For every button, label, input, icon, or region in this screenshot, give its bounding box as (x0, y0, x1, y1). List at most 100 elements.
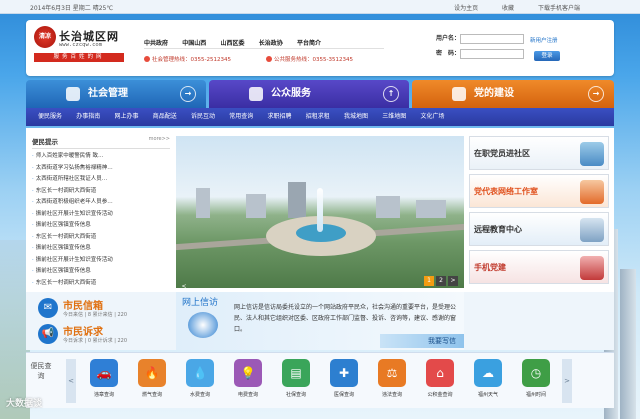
list-item[interactable]: 振前社区强镇宣传信息 (32, 243, 170, 255)
social-hotline: 社会管理热线：0355-2512345 (144, 55, 231, 63)
register-link[interactable]: 新用户注册 (530, 36, 558, 44)
favorite-link[interactable]: 收藏 (502, 5, 514, 12)
main-content: 便民提示 more>> 师入百姓家中暖警民情 致… 太西街道学习弘扬焦裕禄精神…… (26, 128, 614, 294)
nav-link-govt[interactable]: 中共政府 (144, 38, 168, 47)
query-title: 便民查询 (30, 362, 52, 380)
link-remote-education[interactable]: 远程教育中心 (469, 212, 609, 246)
house-icon: ⌂ (426, 359, 454, 387)
query-traffic[interactable]: 🚗 违章查询 (82, 359, 126, 398)
slider-page-2[interactable]: 2 (436, 276, 446, 286)
list-item[interactable]: 东区长一村调研大西街道 (32, 278, 170, 290)
query-housing-fund[interactable]: ⌂ 公积金查询 (418, 359, 462, 398)
nav-link-cppcc[interactable]: 长治政协 (259, 38, 283, 47)
query-time[interactable]: ◷ 福州时间 (514, 359, 558, 398)
subnav-item[interactable]: 我城地图 (344, 108, 368, 126)
mail-icon: ✉ (38, 298, 58, 318)
query-medical[interactable]: ✚ 医保查询 (322, 359, 366, 398)
building-icon (580, 142, 604, 166)
party-links: 在职党员进社区 党代表网络工作室 远程教育中心 手机党建 (469, 136, 609, 288)
slider-next-button[interactable]: > (448, 276, 458, 286)
cart-icon (249, 87, 263, 101)
username-input[interactable] (460, 33, 524, 44)
car-icon: 🚗 (90, 359, 118, 387)
logo-seal[interactable]: 清凉 (34, 26, 56, 48)
query-social-security[interactable]: ▤ 社保查询 (274, 359, 318, 398)
photo-slider[interactable]: < 1 2 > (176, 136, 464, 288)
clock-icon: ◷ (522, 359, 550, 387)
site-slogan: 服务百姓的网 (34, 53, 124, 62)
query-gas[interactable]: 🔥 燃气查询 (130, 359, 174, 398)
subnav-item[interactable]: 诉民互动 (191, 108, 215, 126)
arrow-up-icon: ↑ (383, 86, 399, 102)
subnav-item[interactable]: 便民服务 (38, 108, 62, 126)
subnav-item[interactable]: 招租求租 (306, 108, 330, 126)
online-petition-title[interactable]: 网上信访 (182, 295, 218, 308)
list-item[interactable]: 太西街道所辖社区我证人员… (32, 174, 170, 186)
query-electricity[interactable]: 💡 电费查询 (226, 359, 270, 398)
citizen-mailbox[interactable]: ✉ 市民信箱 今日来信 | 8 累计来信 | 220 (38, 296, 158, 320)
nav-link-about[interactable]: 平台简介 (297, 38, 321, 47)
query-water[interactable]: 💧 水费查询 (178, 359, 222, 398)
nav-link-shanxi[interactable]: 中国山西 (182, 38, 206, 47)
convenience-query: 便民查询 < 🚗 违章查询 🔥 燃气查询 💧 水费查询 💡 电费查询 ▤ 社保查询 ✚ 医保… (26, 352, 614, 408)
list-item[interactable]: 师入百姓家中暖警民情 致… (32, 151, 170, 163)
list-item[interactable]: 东区长一村调研大西街道 (32, 232, 170, 244)
list-item[interactable]: 东区长一村调研大西街道 (32, 186, 170, 198)
subnav-item[interactable]: 商品配送 (153, 108, 177, 126)
username-label: 用户名： (436, 35, 461, 42)
site-url: www.czcqw.com (59, 42, 103, 48)
list-item[interactable]: 振前社区开展计生知识宣传活动 (32, 255, 170, 267)
card-icon: ▤ (282, 359, 310, 387)
more-link[interactable]: more>> (149, 136, 170, 142)
login-button[interactable]: 登录 (534, 51, 560, 61)
set-homepage-link[interactable]: 设为主页 (454, 5, 478, 12)
online-petition-desc: 网上信访是信访局委托设立的一个网站政府平民众，社会沟通的重要平台，是受理公民、法… (234, 304, 457, 333)
tab-public-service[interactable]: 公众服务 ↑ (209, 80, 409, 108)
subnav-item[interactable]: 办事指南 (76, 108, 100, 126)
phone-icon (266, 56, 272, 62)
list-item[interactable]: 太西街道积极组织老年人员参… (32, 197, 170, 209)
tab-party-building[interactable]: 党的建设 → (412, 80, 614, 108)
arrow-right-icon: → (180, 86, 196, 102)
subnav-item[interactable]: 文化广场 (421, 108, 445, 126)
citizen-appeal[interactable]: 📢 市民诉求 今日诉求 | 0 累计诉求 | 220 (38, 322, 158, 346)
query-next-button[interactable]: > (562, 359, 572, 403)
query-prev-button[interactable]: < (66, 359, 76, 403)
star-icon (452, 87, 466, 101)
nav-link-district[interactable]: 山西区委 (221, 38, 245, 47)
list-item[interactable]: 振前社区强镇宣传信息 (32, 266, 170, 278)
list-item[interactable]: 振前社区强镇宣传信息 (32, 220, 170, 232)
download-app-link[interactable]: 下载手机客户端 (538, 5, 580, 12)
envelope-icon (188, 312, 218, 338)
password-input[interactable] (460, 48, 524, 59)
write-letter-button[interactable]: 我要写信 (380, 334, 464, 348)
slider-page-1[interactable]: 1 (424, 276, 434, 286)
sub-navigation: 便民服务 办事指南 网上办事 商品配送 诉民互动 常用查询 求职招聘 招租求租 … (26, 108, 614, 126)
query-violation[interactable]: ⚖ 违法查询 (370, 359, 414, 398)
tab-social-management[interactable]: 社会管理 → (26, 80, 206, 108)
notice-heading: 便民提示 more>> (32, 136, 170, 149)
subnav-item[interactable]: 网上办事 (115, 108, 139, 126)
phone-icon (144, 56, 150, 62)
phone-icon (580, 256, 604, 280)
subnav-item[interactable]: 常用查询 (229, 108, 253, 126)
link-mobile-party[interactable]: 手机党建 (469, 250, 609, 284)
header-nav: 中共政府 中国山西 山西区委 长治政协 平台简介 (144, 38, 333, 47)
password-label: 密 码： (436, 50, 461, 57)
megaphone-icon: 📢 (38, 324, 58, 344)
list-item[interactable]: 太西街道学习弘扬焦裕禄精神… (32, 163, 170, 175)
query-weather[interactable]: ☁ 福州天气 (466, 359, 510, 398)
site-header: 清凉 长治城区网 www.czcqw.com 服务百姓的网 中共政府 中国山西 … (26, 20, 614, 76)
slider-prev-button[interactable]: < (178, 282, 190, 288)
people-icon (580, 180, 604, 204)
slider-pagination: 1 2 > (422, 276, 458, 286)
flame-icon: 🔥 (138, 359, 166, 387)
subnav-item[interactable]: 三维地图 (382, 108, 406, 126)
subnav-item[interactable]: 求职招聘 (268, 108, 292, 126)
thumbs-up-icon (66, 87, 80, 101)
gavel-icon: ⚖ (378, 359, 406, 387)
top-bar: 2014年6月3日 星期二 晴25℃ 设为主页 收藏 下载手机客户端 (0, 0, 640, 14)
link-party-rep-studio[interactable]: 党代表网络工作室 (469, 174, 609, 208)
list-item[interactable]: 振前社区开展计生知识宣传活动 (32, 209, 170, 221)
link-party-members[interactable]: 在职党员进社区 (469, 136, 609, 170)
